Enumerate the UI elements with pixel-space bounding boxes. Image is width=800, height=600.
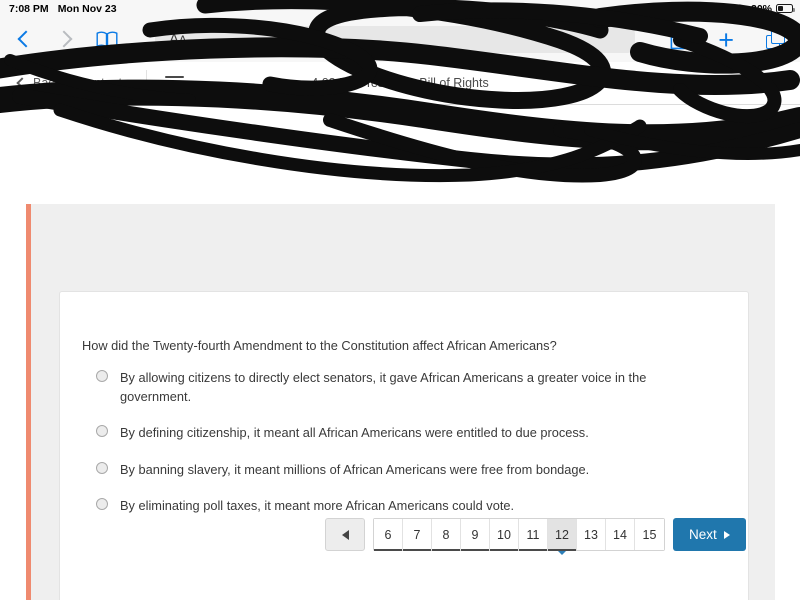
- page-number-current-label: 12: [555, 527, 569, 542]
- lock-icon: [371, 3, 379, 14]
- previous-page-button[interactable]: [325, 518, 365, 551]
- answer-option-label: By allowing citizens to directly elect s…: [120, 370, 647, 405]
- lock-status-label: Unlocked: [381, 2, 430, 15]
- forward-icon: [57, 29, 70, 51]
- page-number-current[interactable]: 12: [548, 519, 577, 555]
- answer-option[interactable]: By eliminating poll taxes, it meant more…: [96, 496, 716, 515]
- battery-percentage: 30%: [750, 2, 772, 15]
- new-tab-icon[interactable]: +: [718, 26, 734, 53]
- radio-button[interactable]: [96, 370, 108, 382]
- page-number[interactable]: 7: [403, 519, 432, 551]
- page-number-list: 6 7 8 9 10 11 12 13 14 15: [373, 518, 665, 555]
- course-header: Back to Content 4.08 Unit Test: The Bill…: [0, 62, 800, 105]
- ios-status-bar: 7:08 PM Mon Nov 23 Unlocked 30%: [0, 0, 800, 17]
- status-indicators: 30%: [717, 0, 795, 17]
- question-card: How did the Twenty-fourth Amendment to t…: [59, 291, 749, 600]
- radio-button[interactable]: [96, 497, 108, 510]
- back-to-content-label: Back to Content: [33, 76, 122, 90]
- triangle-right-icon: [723, 530, 730, 539]
- answer-option-label: By defining citizenship, it meant all Af…: [120, 425, 589, 441]
- share-icon[interactable]: [670, 29, 686, 50]
- radio-button[interactable]: [96, 461, 108, 474]
- page-number[interactable]: 13: [577, 519, 606, 550]
- page-number[interactable]: 14: [606, 519, 635, 550]
- current-page-caret-icon: [557, 550, 567, 555]
- answer-option[interactable]: By defining citizenship, it meant all Af…: [96, 423, 716, 442]
- back-to-content-button[interactable]: Back to Content: [16, 76, 122, 90]
- status-date: Mon Nov 23: [57, 2, 117, 15]
- text-size-button[interactable]: AA: [169, 31, 187, 48]
- assessment-body: How did the Twenty-fourth Amendment to t…: [0, 105, 800, 600]
- book-icon[interactable]: [96, 31, 118, 49]
- page-number[interactable]: 6: [374, 519, 403, 551]
- page-number[interactable]: 8: [432, 519, 461, 551]
- address-bar[interactable]: AA: [155, 26, 635, 53]
- radio-button[interactable]: [96, 425, 108, 438]
- question-text: How did the Twenty-fourth Amendment to t…: [82, 338, 557, 353]
- wifi-icon: [717, 4, 730, 13]
- safari-toolbar: AA +: [0, 17, 800, 62]
- ipad-screen: 7:08 PM Mon Nov 23 Unlocked 30% AA + Bac…: [0, 0, 800, 600]
- divider: [145, 70, 147, 96]
- next-button[interactable]: Next: [673, 518, 746, 551]
- headphones-icon: [734, 3, 747, 13]
- web-page: Back to Content 4.08 Unit Test: The Bill…: [0, 62, 800, 600]
- browser-action-icons: +: [670, 26, 786, 53]
- chevron-left-icon: [16, 77, 28, 89]
- back-icon[interactable]: [18, 29, 31, 51]
- tabs-icon[interactable]: [766, 29, 786, 50]
- answer-option[interactable]: By banning slavery, it meant millions of…: [96, 460, 716, 479]
- page-number[interactable]: 15: [635, 519, 664, 550]
- answer-option-label: By banning slavery, it meant millions of…: [120, 461, 590, 477]
- status-time: 7:08 PM: [9, 2, 49, 15]
- battery-icon: [776, 4, 795, 13]
- answer-option-label: By eliminating poll taxes, it meant more…: [120, 497, 515, 513]
- page-number[interactable]: 9: [461, 519, 490, 551]
- lock-status: Unlocked: [371, 3, 429, 15]
- hamburger-menu-icon[interactable]: [164, 76, 184, 90]
- next-button-label: Next: [689, 527, 717, 542]
- page-number[interactable]: 11: [519, 519, 548, 551]
- pagination: 6 7 8 9 10 11 12 13 14 15 Next: [325, 518, 746, 555]
- answer-option[interactable]: By allowing citizens to directly elect s…: [96, 368, 716, 406]
- triangle-left-icon: [341, 529, 349, 540]
- page-title: 4.08 Unit Test: The Bill of Rights: [311, 76, 489, 90]
- answer-options: By allowing citizens to directly elect s…: [96, 368, 716, 532]
- page-number[interactable]: 10: [490, 519, 519, 551]
- browser-nav-icons: [18, 29, 118, 51]
